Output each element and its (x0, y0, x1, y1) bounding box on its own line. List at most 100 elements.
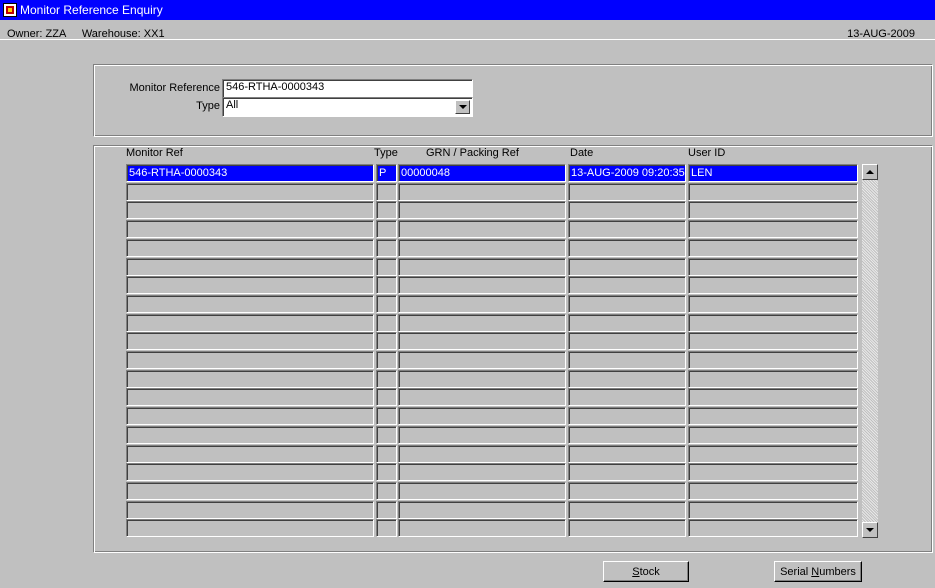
cell-monitor-ref[interactable] (126, 314, 374, 332)
cell-date[interactable] (568, 388, 686, 406)
cell-date[interactable] (568, 407, 686, 425)
cell-monitor-ref[interactable] (126, 426, 374, 444)
cell-grn-packing-ref[interactable]: 00000048 (398, 164, 566, 182)
cell-grn-packing-ref[interactable] (398, 370, 566, 388)
cell-date[interactable] (568, 201, 686, 219)
cell-monitor-ref[interactable] (126, 183, 374, 201)
cell-grn-packing-ref[interactable] (398, 463, 566, 481)
cell-user-id[interactable] (688, 258, 858, 276)
cell-date[interactable] (568, 276, 686, 294)
cell-type[interactable] (376, 183, 397, 201)
cell-monitor-ref[interactable] (126, 239, 374, 257)
arrow-up-icon[interactable] (862, 164, 878, 180)
cell-user-id[interactable] (688, 388, 858, 406)
cell-date[interactable] (568, 463, 686, 481)
cell-type[interactable] (376, 351, 397, 369)
cell-date[interactable] (568, 314, 686, 332)
cell-user-id[interactable] (688, 220, 858, 238)
cell-user-id[interactable] (688, 314, 858, 332)
cell-date[interactable] (568, 426, 686, 444)
cell-date[interactable] (568, 519, 686, 537)
cell-monitor-ref[interactable] (126, 295, 374, 313)
cell-date[interactable] (568, 258, 686, 276)
cell-user-id[interactable] (688, 463, 858, 481)
cell-type[interactable] (376, 426, 397, 444)
cell-monitor-ref[interactable] (126, 501, 374, 519)
cell-monitor-ref[interactable]: 546-RTHA-0000343 (126, 164, 374, 182)
cell-type[interactable] (376, 519, 397, 537)
cell-user-id[interactable] (688, 276, 858, 294)
cell-user-id[interactable] (688, 370, 858, 388)
stock-button[interactable]: Stock (603, 561, 689, 582)
cell-type[interactable] (376, 332, 397, 350)
cell-date[interactable] (568, 501, 686, 519)
cell-monitor-ref[interactable] (126, 258, 374, 276)
cell-grn-packing-ref[interactable] (398, 351, 566, 369)
cell-user-id[interactable] (688, 201, 858, 219)
cell-user-id[interactable] (688, 239, 858, 257)
cell-monitor-ref[interactable] (126, 519, 374, 537)
cell-date[interactable] (568, 220, 686, 238)
cell-monitor-ref[interactable] (126, 370, 374, 388)
cell-grn-packing-ref[interactable] (398, 501, 566, 519)
cell-type[interactable] (376, 463, 397, 481)
cell-grn-packing-ref[interactable] (398, 295, 566, 313)
cell-grn-packing-ref[interactable] (398, 407, 566, 425)
cell-date[interactable] (568, 183, 686, 201)
cell-type[interactable] (376, 314, 397, 332)
cell-type[interactable] (376, 295, 397, 313)
arrow-down-icon[interactable] (862, 522, 878, 538)
cell-type[interactable] (376, 482, 397, 500)
cell-user-id[interactable] (688, 445, 858, 463)
cell-type[interactable] (376, 220, 397, 238)
cell-monitor-ref[interactable] (126, 201, 374, 219)
cell-grn-packing-ref[interactable] (398, 276, 566, 294)
cell-grn-packing-ref[interactable] (398, 220, 566, 238)
cell-grn-packing-ref[interactable] (398, 482, 566, 500)
cell-type[interactable]: P (376, 164, 397, 182)
cell-monitor-ref[interactable] (126, 407, 374, 425)
cell-user-id[interactable] (688, 332, 858, 350)
cell-type[interactable] (376, 276, 397, 294)
cell-type[interactable] (376, 445, 397, 463)
cell-type[interactable] (376, 239, 397, 257)
cell-grn-packing-ref[interactable] (398, 239, 566, 257)
cell-monitor-ref[interactable] (126, 463, 374, 481)
cell-type[interactable] (376, 201, 397, 219)
cell-date[interactable] (568, 239, 686, 257)
cell-user-id[interactable] (688, 482, 858, 500)
cell-date[interactable] (568, 370, 686, 388)
cell-user-id[interactable] (688, 426, 858, 444)
cell-grn-packing-ref[interactable] (398, 426, 566, 444)
cell-monitor-ref[interactable] (126, 388, 374, 406)
cell-user-id[interactable] (688, 295, 858, 313)
cell-grn-packing-ref[interactable] (398, 183, 566, 201)
cell-grn-packing-ref[interactable] (398, 445, 566, 463)
cell-user-id[interactable] (688, 407, 858, 425)
cell-date[interactable] (568, 351, 686, 369)
results-scrollbar[interactable] (862, 164, 878, 538)
cell-date[interactable] (568, 295, 686, 313)
chevron-down-icon[interactable] (455, 100, 470, 114)
cell-monitor-ref[interactable] (126, 332, 374, 350)
cell-monitor-ref[interactable] (126, 482, 374, 500)
cell-user-id[interactable] (688, 183, 858, 201)
cell-monitor-ref[interactable] (126, 276, 374, 294)
cell-grn-packing-ref[interactable] (398, 519, 566, 537)
cell-type[interactable] (376, 258, 397, 276)
cell-user-id[interactable] (688, 501, 858, 519)
cell-grn-packing-ref[interactable] (398, 314, 566, 332)
type-select[interactable]: All (222, 97, 473, 117)
cell-date[interactable] (568, 482, 686, 500)
cell-grn-packing-ref[interactable] (398, 258, 566, 276)
cell-monitor-ref[interactable] (126, 220, 374, 238)
cell-type[interactable] (376, 388, 397, 406)
cell-grn-packing-ref[interactable] (398, 201, 566, 219)
cell-user-id[interactable] (688, 351, 858, 369)
cell-date[interactable] (568, 445, 686, 463)
scrollbar-track[interactable] (862, 180, 878, 522)
cell-date[interactable]: 13-AUG-2009 09:20:35 (568, 164, 686, 182)
cell-type[interactable] (376, 370, 397, 388)
cell-grn-packing-ref[interactable] (398, 388, 566, 406)
cell-grn-packing-ref[interactable] (398, 332, 566, 350)
